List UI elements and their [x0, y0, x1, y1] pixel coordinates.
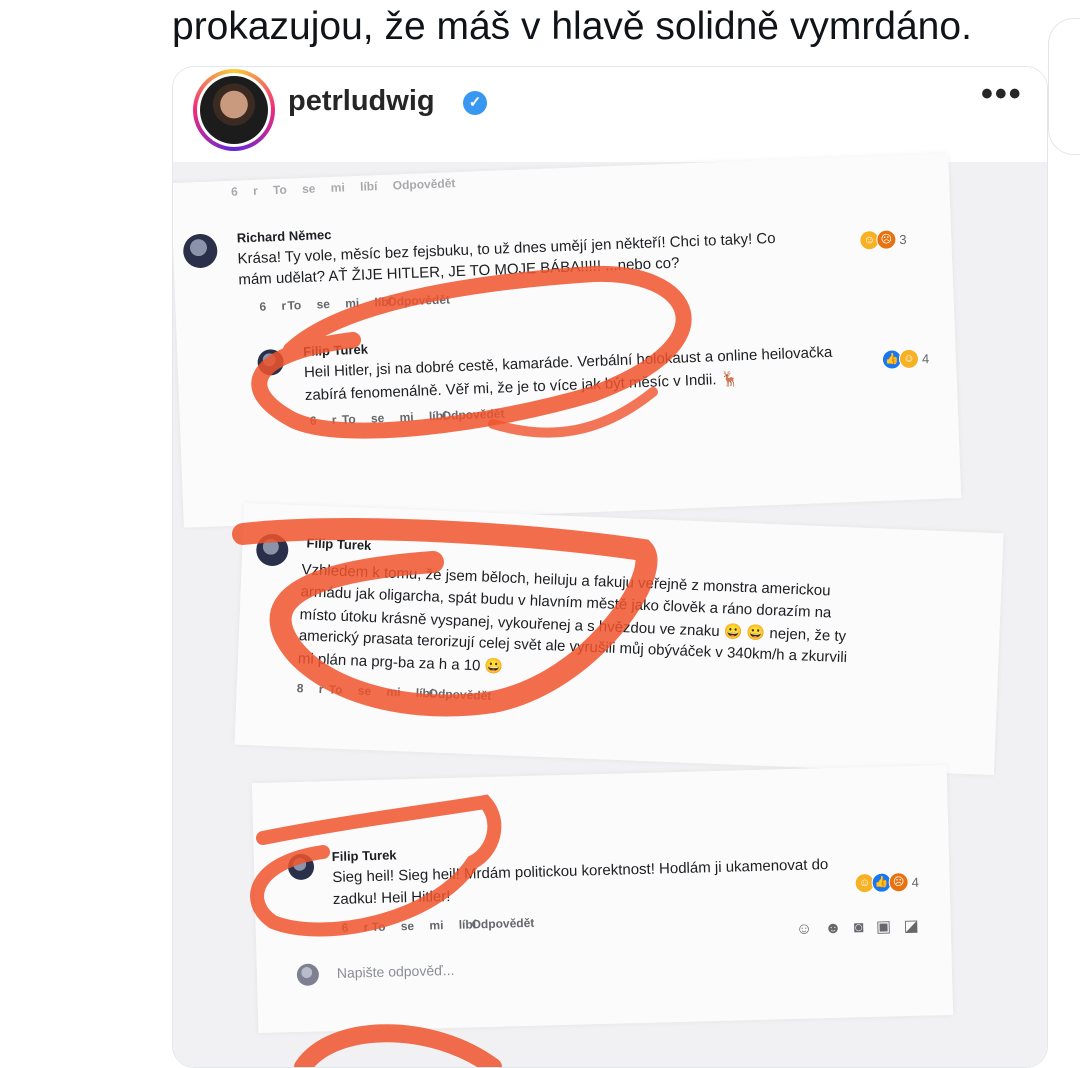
highlight-circle-3 — [250, 794, 502, 937]
avatar[interactable] — [193, 69, 275, 151]
highlight-circle-2 — [232, 518, 658, 717]
tweet-text: prokazujou, že máš v hlavě solidně vymrd… — [172, 5, 972, 48]
username[interactable]: petrludwig — [288, 85, 435, 118]
adjacent-card-edge — [1048, 18, 1080, 155]
highlight-circle-1 — [251, 265, 692, 439]
embed-header: petrludwig ✓ ••• — [173, 67, 1047, 162]
highlight-stroke-4 — [294, 1024, 502, 1067]
avatar-photo — [200, 76, 268, 144]
verified-badge-icon: ✓ — [463, 91, 487, 115]
highlighter-annotations — [232, 265, 692, 1067]
more-options-icon[interactable]: ••• — [981, 75, 1023, 114]
post-image: 6 r To se mi líbí Odpovědět Richard Něme… — [173, 153, 1047, 1067]
instagram-embed[interactable]: petrludwig ✓ ••• 6 r To se mi líbí Odpov… — [172, 66, 1048, 1068]
